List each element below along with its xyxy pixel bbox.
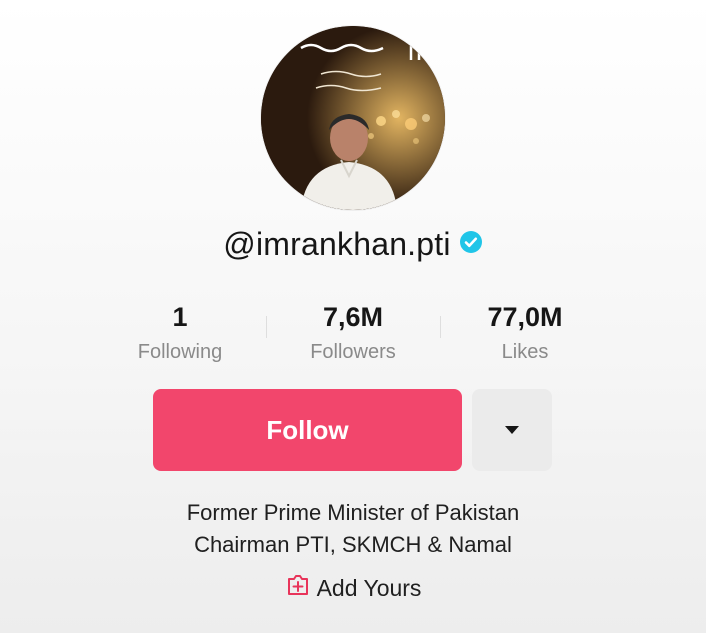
- username: @imrankhan.pti: [223, 226, 451, 262]
- followers-count: 7,6M: [322, 302, 384, 332]
- more-options-button[interactable]: [472, 389, 552, 471]
- username-row: @imrankhan.pti: [0, 226, 706, 265]
- following-count: 1: [172, 302, 188, 332]
- add-yours-icon: [285, 572, 311, 604]
- stat-followers[interactable]: 7,6M Followers: [263, 298, 443, 368]
- followers-label: Followers: [310, 341, 396, 363]
- profile-avatar[interactable]: [261, 26, 445, 210]
- profile-page: @imrankhan.pti 1 Following 7,6M Follower…: [0, 0, 706, 633]
- stat-following[interactable]: 1 Following: [90, 298, 270, 368]
- stat-likes: 77,0M Likes: [435, 298, 615, 368]
- profile-bio: Former Prime Minister of Pakistan Chairm…: [0, 497, 706, 561]
- likes-label: Likes: [501, 341, 549, 363]
- bio-line: Former Prime Minister of Pakistan: [186, 500, 520, 525]
- following-label: Following: [137, 341, 223, 363]
- likes-count: 77,0M: [487, 302, 563, 332]
- verified-badge-icon: [459, 225, 483, 262]
- add-yours-link[interactable]: Add Yours: [0, 574, 706, 606]
- follow-button[interactable]: Follow: [153, 389, 462, 471]
- profile-stats: 1 Following 7,6M Followers 77,0M Likes: [0, 298, 706, 378]
- caret-down-icon: [505, 426, 519, 434]
- bio-line: Chairman PTI, SKMCH & Namal: [194, 532, 512, 557]
- add-yours-label: Add Yours: [316, 575, 422, 602]
